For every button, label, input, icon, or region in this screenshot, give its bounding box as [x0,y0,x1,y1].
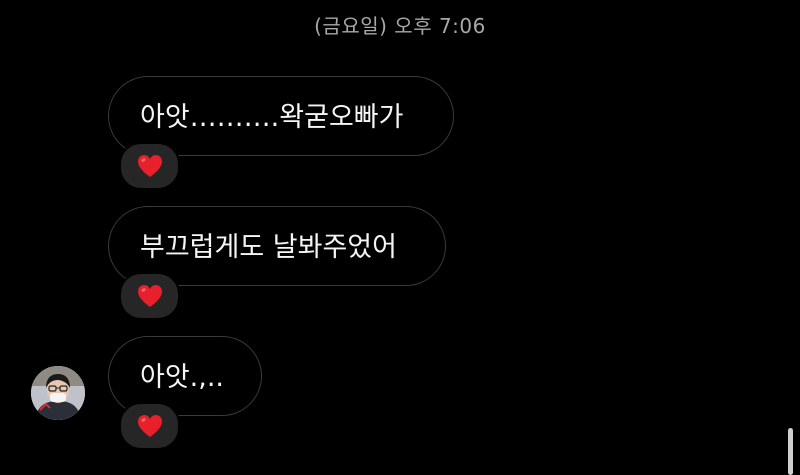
message-text: 아앗……….왁굳오빠가 [140,101,404,133]
message-timestamp: (금요일) 오후 7:06 [314,14,486,38]
message-reaction[interactable] [119,272,180,320]
heart-icon [137,415,162,437]
message-text: 아앗.,.. [140,361,225,393]
message-reaction[interactable] [119,402,180,450]
heart-icon [137,285,162,307]
avatar-photo [31,366,85,420]
heart-icon [137,155,162,177]
scrollbar-thumb[interactable] [788,428,793,475]
message-text: 부끄럽게도 날봐주었어 [140,231,397,263]
message-reaction[interactable] [119,142,180,190]
sender-avatar[interactable] [31,366,85,420]
